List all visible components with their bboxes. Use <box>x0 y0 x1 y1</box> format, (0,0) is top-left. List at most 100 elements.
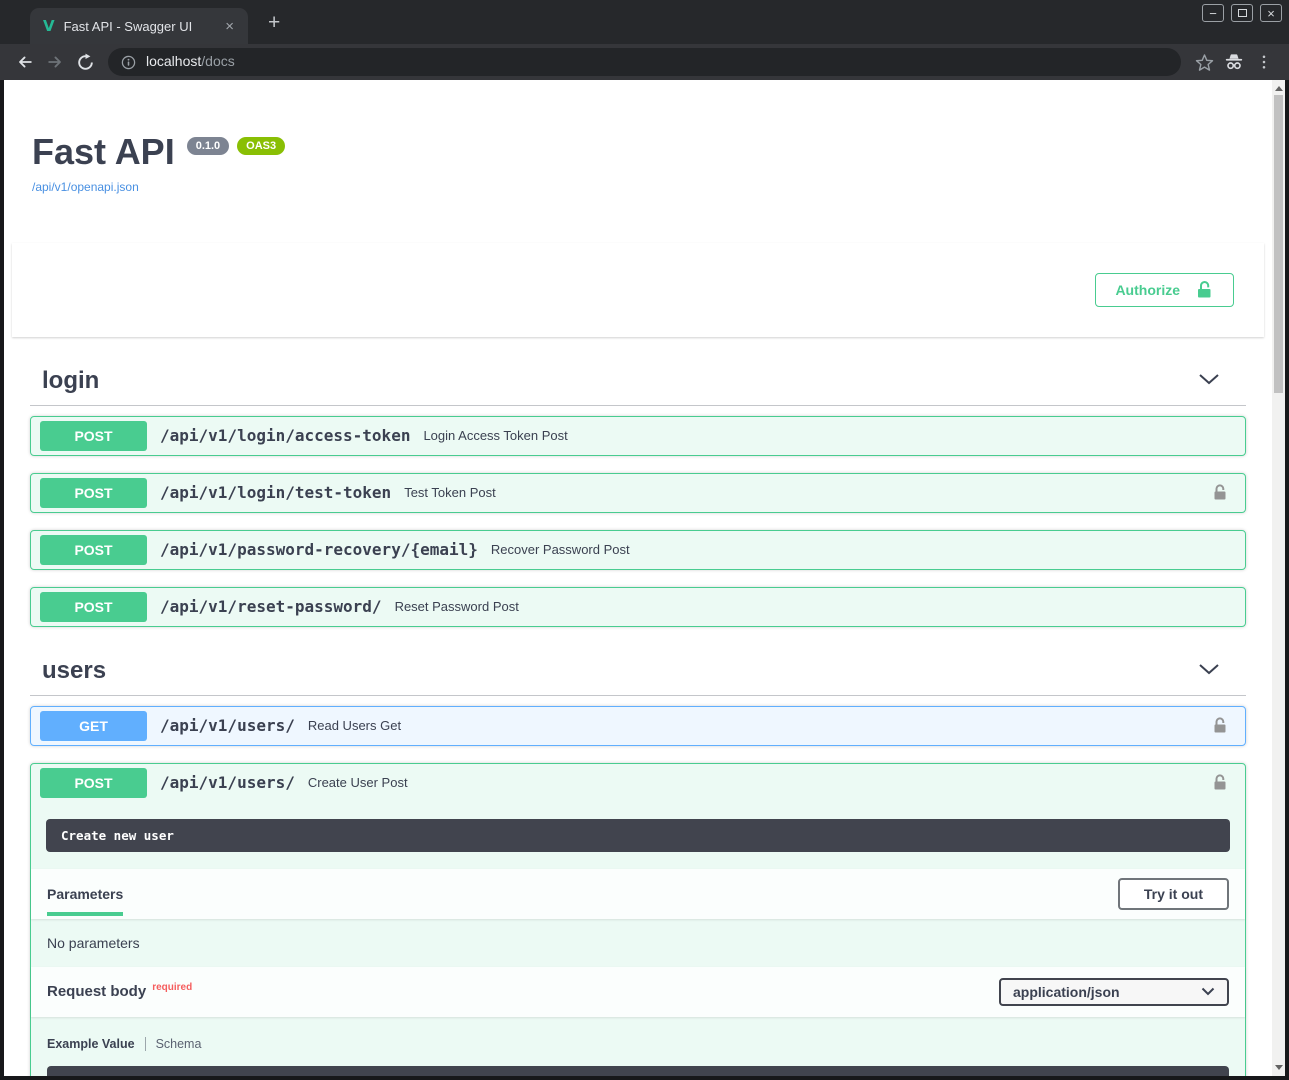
endpoint-summary: Create User Post <box>308 775 408 790</box>
auth-lock-button[interactable] <box>1211 716 1229 735</box>
address-bar[interactable]: localhost/docs <box>108 48 1181 76</box>
reload-icon <box>76 53 95 72</box>
tag-title-users: users <box>42 657 106 685</box>
operation-body: Create new user Parameters Try it out No… <box>31 819 1245 1076</box>
endpoint-summary: Read Users Get <box>308 718 401 733</box>
collapse-users-button[interactable] <box>1184 660 1234 682</box>
endpoint-row[interactable]: POST /api/v1/users/ Create User Post <box>31 764 1245 802</box>
tab-divider <box>145 1037 146 1051</box>
request-body-label: Request body <box>47 983 146 1000</box>
tab-title: Fast API - Swagger UI <box>64 19 213 34</box>
endpoint-summary: Recover Password Post <box>491 542 630 557</box>
chevron-down-icon <box>1201 987 1215 996</box>
version-badge: 0.1.0 <box>187 137 229 155</box>
scroll-down-arrow-icon[interactable] <box>1275 1065 1283 1070</box>
close-window-button[interactable]: × <box>1260 4 1282 22</box>
unlock-icon <box>1211 483 1229 502</box>
unlock-icon <box>1211 773 1229 792</box>
opblock-login-access-token: POST /api/v1/login/access-token Login Ac… <box>30 416 1246 456</box>
oas3-badge: OAS3 <box>237 137 285 155</box>
endpoint-row[interactable]: POST /api/v1/password-recovery/{email} R… <box>31 531 1245 569</box>
opblock-login-test-token: POST /api/v1/login/test-token Test Token… <box>30 473 1246 513</box>
url-text: localhost/docs <box>146 53 235 71</box>
opblock-reset-password: POST /api/v1/reset-password/ Reset Passw… <box>30 587 1246 627</box>
star-icon <box>1195 53 1214 72</box>
tab-close-icon[interactable]: × <box>221 17 238 36</box>
api-info: Fast API 0.1.0 OAS3 /api/v1/openapi.json <box>4 80 1272 196</box>
endpoint-path: /api/v1/users/ <box>160 773 295 792</box>
url-host: localhost <box>146 53 201 69</box>
tab-example-value[interactable]: Example Value <box>47 1037 135 1051</box>
window-controls: − × <box>1202 4 1282 22</box>
authorize-label: Authorize <box>1115 282 1180 298</box>
authorize-button[interactable]: Authorize <box>1095 273 1234 307</box>
required-flag: required <box>152 982 192 993</box>
endpoint-summary: Reset Password Post <box>395 599 519 614</box>
browser-toolbar: localhost/docs <box>0 44 1289 80</box>
parameters-header: Parameters Try it out <box>31 869 1245 919</box>
endpoint-row[interactable]: POST /api/v1/reset-password/ Reset Passw… <box>31 588 1245 626</box>
endpoint-summary: Test Token Post <box>404 485 496 500</box>
opblock-read-users: GET /api/v1/users/ Read Users Get <box>30 706 1246 746</box>
example-tabs: Example Value Schema <box>47 1037 1229 1051</box>
incognito-icon <box>1223 52 1245 72</box>
method-badge: POST <box>40 592 147 622</box>
fastapi-favicon-icon: V <box>43 17 55 35</box>
forward-button[interactable] <box>40 47 70 77</box>
kebab-menu-icon <box>1255 52 1273 72</box>
site-info-icon[interactable] <box>120 54 137 71</box>
endpoint-row[interactable]: POST /api/v1/login/test-token Test Token… <box>31 474 1245 512</box>
swagger-content: Fast API 0.1.0 OAS3 /api/v1/openapi.json… <box>4 80 1272 1076</box>
tag-title-login: login <box>42 367 99 395</box>
profile-button[interactable] <box>1219 47 1249 77</box>
endpoint-path: /api/v1/login/access-token <box>160 426 410 445</box>
endpoint-path: /api/v1/login/test-token <box>160 483 391 502</box>
media-type-value: application/json <box>1013 984 1120 1000</box>
title-badges: 0.1.0 OAS3 <box>187 137 285 155</box>
auth-lock-button[interactable] <box>1211 773 1229 792</box>
method-badge: POST <box>40 768 147 798</box>
request-body-header: Request body required application/json <box>31 967 1245 1017</box>
scroll-up-arrow-icon[interactable] <box>1275 86 1283 91</box>
endpoint-row[interactable]: GET /api/v1/users/ Read Users Get <box>31 707 1245 745</box>
browser-tab[interactable]: V Fast API - Swagger UI × <box>30 8 248 44</box>
method-badge: GET <box>40 711 147 741</box>
page-title: Fast API <box>32 132 175 172</box>
forward-arrow-icon <box>45 52 65 72</box>
operations-wrapper: login POST /api/v1/login/access-token Lo… <box>4 357 1272 1076</box>
no-parameters-text: No parameters <box>31 919 1245 967</box>
scrollbar-thumb[interactable] <box>1274 95 1283 393</box>
media-type-select[interactable]: application/json <box>999 978 1229 1006</box>
try-it-out-button[interactable]: Try it out <box>1118 878 1229 910</box>
model-example-section: Example Value Schema { <box>31 1017 1245 1076</box>
opblock-password-recovery: POST /api/v1/password-recovery/{email} R… <box>30 530 1246 570</box>
tag-header-login[interactable]: login <box>30 357 1246 406</box>
endpoint-path: /api/v1/password-recovery/{email} <box>160 540 478 559</box>
openapi-spec-link[interactable]: /api/v1/openapi.json <box>32 180 139 194</box>
tag-header-users[interactable]: users <box>30 647 1246 696</box>
scheme-container: Authorize <box>12 243 1264 337</box>
opblock-create-user: POST /api/v1/users/ Create User Post Cre… <box>30 763 1246 1076</box>
method-badge: POST <box>40 478 147 508</box>
bookmark-button[interactable] <box>1189 47 1219 77</box>
minimize-button[interactable]: − <box>1202 4 1224 22</box>
browser-menu-button[interactable] <box>1249 47 1279 77</box>
back-arrow-icon <box>15 52 35 72</box>
parameters-title: Parameters <box>47 871 123 916</box>
endpoint-row[interactable]: POST /api/v1/login/access-token Login Ac… <box>31 417 1245 455</box>
maximize-icon <box>1238 9 1247 17</box>
maximize-button[interactable] <box>1231 4 1253 22</box>
tab-schema[interactable]: Schema <box>156 1037 202 1051</box>
new-tab-button[interactable]: + <box>264 12 284 33</box>
scrollbar[interactable] <box>1272 80 1285 1076</box>
method-badge: POST <box>40 421 147 451</box>
example-code-block: { <box>47 1066 1229 1076</box>
reload-button[interactable] <box>70 47 100 77</box>
method-badge: POST <box>40 535 147 565</box>
browser-titlebar: V Fast API - Swagger UI × + − × <box>0 0 1289 44</box>
chevron-down-icon <box>1198 663 1220 675</box>
auth-lock-button[interactable] <box>1211 483 1229 502</box>
back-button[interactable] <box>10 47 40 77</box>
chevron-down-icon <box>1198 373 1220 385</box>
collapse-login-button[interactable] <box>1184 370 1234 392</box>
